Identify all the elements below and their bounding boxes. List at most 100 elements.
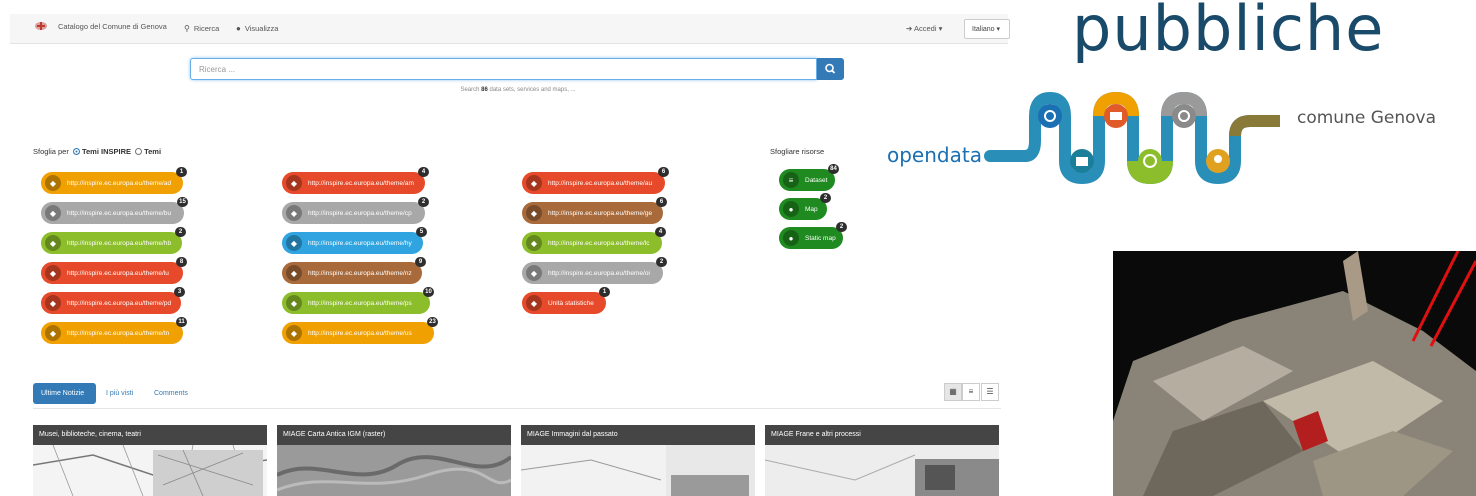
- topic-label: http://inspire.ec.europa.eu/theme/cp: [308, 209, 412, 217]
- nav-search-link[interactable]: ⚲ Ricerca: [184, 24, 219, 33]
- record-card[interactable]: MIAGE Frane e altri processi: [765, 425, 999, 496]
- hint-prefix: Search: [460, 87, 480, 93]
- tab-comments[interactable]: Comments: [154, 390, 188, 397]
- topic-count-badge: 11: [176, 317, 187, 327]
- topic-label: http://inspire.ec.europa.eu/theme/au: [548, 179, 653, 187]
- card-map-thumbnail: [33, 445, 267, 496]
- topic-count-badge: 10: [423, 287, 434, 297]
- globe-icon: ●: [783, 230, 799, 246]
- population-icon: ◆: [45, 295, 61, 311]
- globe-icon: ●: [783, 201, 799, 217]
- table-icon: ☰: [986, 387, 994, 396]
- topic-count-badge: 1: [599, 287, 610, 297]
- topic-pill[interactable]: ◆ http://inspire.ec.europa.eu/theme/tn 11: [41, 317, 187, 344]
- topic-count-badge: 6: [656, 197, 667, 207]
- browse-resources-heading: Sfogliare risorse: [770, 147, 825, 156]
- opendata-label: opendata: [887, 143, 982, 167]
- option-inspire-label: Temi INSPIRE: [81, 147, 131, 156]
- topic-pill[interactable]: ◆ http://inspire.ec.europa.eu/theme/bu 15: [41, 197, 188, 224]
- browse-by-heading: Sfoglia per Temi INSPIRE Temi: [33, 147, 161, 156]
- search-icon: ⚲: [184, 24, 190, 33]
- topic-label: http://inspire.ec.europa.eu/theme/ad: [67, 179, 172, 187]
- topic-label: http://inspire.ec.europa.eu/theme/ps: [308, 299, 412, 307]
- topic-pill[interactable]: ◆ http://inspire.ec.europa.eu/theme/ad 1: [41, 167, 187, 194]
- topic-count-badge: 6: [658, 167, 669, 177]
- resource-count-badge: 2: [836, 222, 847, 232]
- card-map-thumbnail: [765, 445, 999, 496]
- search-icon: [825, 63, 836, 74]
- topic-count-badge: 3: [174, 287, 185, 297]
- top-navbar: Catalogo del Comune di Genova ⚲ Ricerca …: [10, 14, 1010, 44]
- address-icon: ◆: [45, 175, 61, 191]
- login-link[interactable]: ➔ Accedi ▾: [906, 24, 942, 33]
- card-map-thumbnail: [521, 445, 755, 496]
- topic-pill[interactable]: ◆ http://inspire.ec.europa.eu/theme/ge 6: [522, 197, 667, 224]
- tab-latest-news[interactable]: Ultime Notizie: [33, 383, 96, 404]
- resource-count-badge: 2: [820, 193, 831, 203]
- table-view-button[interactable]: ☰: [981, 383, 999, 401]
- resource-pill[interactable]: ≡ Dataset 84: [779, 164, 839, 191]
- topic-label: http://inspire.ec.europa.eu/theme/oi: [548, 269, 650, 277]
- record-card[interactable]: MIAGE Carta Antica IGM (raster): [277, 425, 511, 496]
- resource-label: Map: [805, 205, 818, 213]
- hydrography-icon: ◆: [286, 235, 302, 251]
- topic-pill[interactable]: ◆ http://inspire.ec.europa.eu/theme/cp 2: [282, 197, 429, 224]
- hint-count: 86: [481, 87, 488, 93]
- nav-search-label: Ricerca: [193, 24, 220, 33]
- geology-icon: ◆: [526, 205, 542, 221]
- topic-count-badge: 23: [427, 317, 438, 327]
- resource-pill[interactable]: ● Map 2: [779, 193, 831, 220]
- statistics-icon: ◆: [526, 295, 542, 311]
- topic-pill[interactable]: ◆ http://inspire.ec.europa.eu/theme/hb 2: [41, 227, 186, 254]
- topic-pill[interactable]: ◆ http://inspire.ec.europa.eu/theme/lu 8: [41, 257, 187, 284]
- topic-pill[interactable]: ◆ http://inspire.ec.europa.eu/theme/ps 10: [282, 287, 434, 314]
- record-card[interactable]: Musei, biblioteche, cinema, teatri: [33, 425, 267, 496]
- topic-label: http://inspire.ec.europa.eu/theme/nz: [308, 269, 412, 277]
- nav-view-label: Visualizza: [244, 24, 279, 33]
- orthoimagery-icon: ◆: [526, 265, 542, 281]
- cadastral-icon: ◆: [286, 205, 302, 221]
- topic-label: http://inspire.ec.europa.eu/theme/lu: [67, 269, 169, 277]
- topic-label: http://inspire.ec.europa.eu/theme/lc: [548, 239, 650, 247]
- topic-label: http://inspire.ec.europa.eu/theme/hy: [308, 239, 412, 247]
- topic-pill[interactable]: ◆ http://inspire.ec.europa.eu/theme/nz 9: [282, 257, 426, 284]
- tab-most-viewed[interactable]: I più visti: [106, 390, 133, 397]
- topic-pill[interactable]: ◆ http://inspire.ec.europa.eu/theme/hy 5: [282, 227, 427, 254]
- record-card[interactable]: MIAGE Immagini dal passato: [521, 425, 755, 496]
- search-hint: Search 86 data sets, services and maps, …: [0, 87, 1036, 93]
- nav-view-link[interactable]: ● Visualizza: [236, 24, 278, 33]
- sign-in-icon: ➔: [906, 24, 913, 33]
- radio-inspire[interactable]: [72, 148, 80, 155]
- land-use-icon: ◆: [45, 265, 61, 281]
- brand-title: Catalogo del Comune di Genova: [58, 21, 167, 31]
- topic-pill[interactable]: ◆ http://inspire.ec.europa.eu/theme/lc 4: [522, 227, 666, 254]
- resource-count-badge: 84: [828, 164, 839, 174]
- resource-pill[interactable]: ● Static map 2: [779, 222, 847, 249]
- grid-view-button[interactable]: ▦: [944, 383, 962, 401]
- utility-icon: ◆: [286, 325, 302, 341]
- language-select[interactable]: Italiano ▾: [964, 19, 1010, 39]
- topic-pill[interactable]: ◆ http://inspire.ec.europa.eu/theme/au 6: [522, 167, 669, 194]
- page-banner-heading: pubbliche: [1072, 0, 1385, 65]
- topic-pill[interactable]: ◆ Unità statistiche 1: [522, 287, 610, 314]
- search-input[interactable]: Ricerca ...: [190, 58, 817, 80]
- topic-pill[interactable]: ◆ http://inspire.ec.europa.eu/theme/oi 2: [522, 257, 667, 284]
- database-icon: ≡: [783, 172, 799, 188]
- topic-count-badge: 5: [416, 227, 427, 237]
- topic-pill[interactable]: ◆ http://inspire.ec.europa.eu/theme/am 4: [282, 167, 429, 194]
- brand-link[interactable]: Catalogo del Comune di Genova: [34, 20, 167, 32]
- list-view-button[interactable]: ≡: [962, 383, 980, 401]
- card-title: MIAGE Carta Antica IGM (raster): [277, 425, 511, 445]
- topic-count-badge: 4: [418, 167, 429, 177]
- topic-pill[interactable]: ◆ http://inspire.ec.europa.eu/theme/pd 3: [41, 287, 185, 314]
- management-icon: ◆: [286, 175, 302, 191]
- topic-count-badge: 8: [176, 257, 187, 267]
- browse-label: Sfoglia per: [33, 147, 69, 156]
- card-title: MIAGE Immagini dal passato: [521, 425, 755, 445]
- topic-pill[interactable]: ◆ http://inspire.ec.europa.eu/theme/us 23: [282, 317, 438, 344]
- topic-count-badge: 1: [176, 167, 187, 177]
- topic-label: http://inspire.ec.europa.eu/theme/us: [308, 329, 412, 337]
- search-button[interactable]: [817, 58, 844, 80]
- resource-label: Dataset: [805, 176, 828, 184]
- radio-temi[interactable]: [135, 148, 143, 155]
